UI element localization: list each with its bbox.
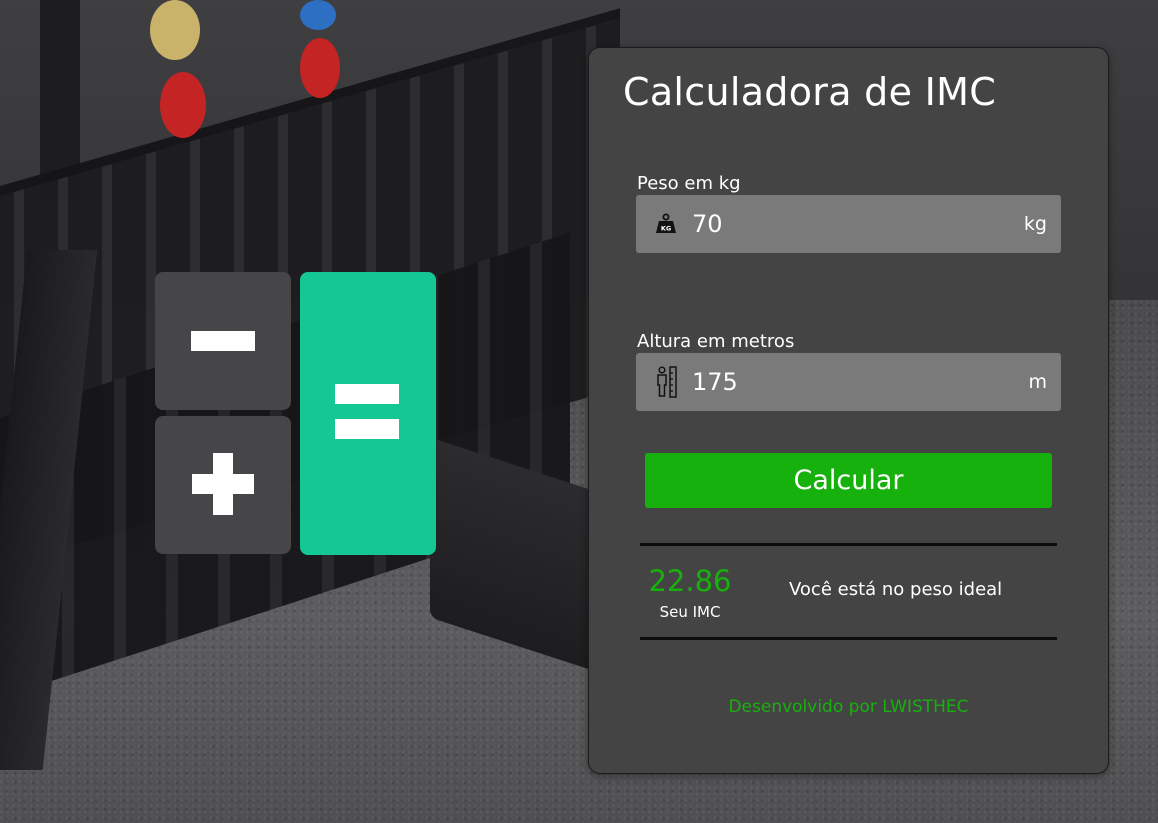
result-bottom-divider [640, 637, 1057, 640]
weight-input[interactable] [678, 195, 1024, 253]
bmi-result-value: 22.86 [648, 564, 732, 598]
weight-label: Peso em kg [637, 173, 741, 194]
result-top-divider [640, 543, 1057, 546]
calculate-button[interactable]: Calcular [645, 453, 1052, 508]
plus-icon [155, 416, 291, 554]
bmi-result-message: Você está no peso ideal [789, 579, 1003, 600]
bmi-calculator-card: Calculadora de IMC Peso em kg KG kg Altu… [588, 47, 1109, 774]
svg-text:KG: KG [661, 225, 671, 233]
weight-kg-icon: KG [654, 210, 678, 238]
person-height-icon [654, 366, 678, 398]
height-field: m [636, 353, 1061, 411]
height-label: Altura em metros [637, 331, 795, 352]
minus-icon [155, 272, 291, 410]
weight-field: KG kg [636, 195, 1061, 253]
equals-icon [300, 272, 436, 555]
footer-credit: Desenvolvido por LWISTHEC [728, 697, 969, 717]
bmi-result-label: Seu IMC [659, 603, 721, 621]
height-input[interactable] [678, 353, 1029, 411]
page-title: Calculadora de IMC [623, 70, 997, 114]
height-unit: m [1028, 371, 1047, 393]
weight-unit: kg [1023, 213, 1047, 235]
